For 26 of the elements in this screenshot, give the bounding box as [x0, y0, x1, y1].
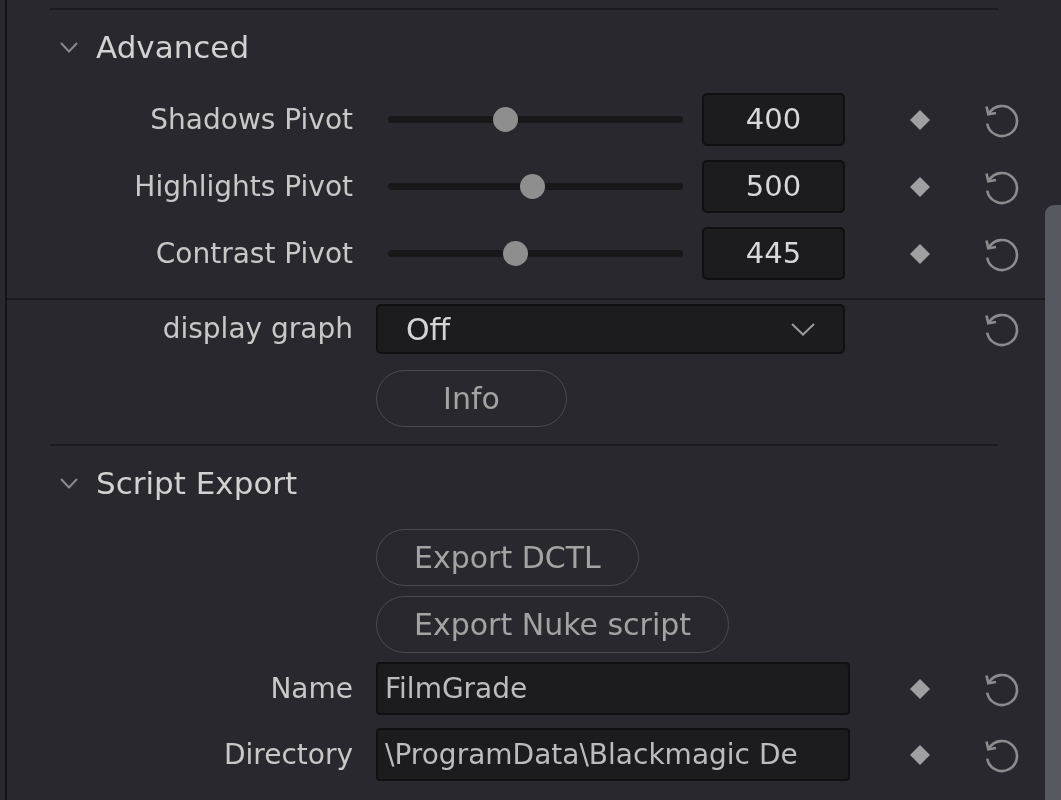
- value-field[interactable]: 445: [702, 227, 845, 280]
- diamond-icon[interactable]: [910, 109, 930, 130]
- chevron-icon[interactable]: [60, 477, 78, 489]
- slider-thumb[interactable]: [493, 107, 519, 132]
- chevron-icon[interactable]: [60, 41, 78, 53]
- field-label: display graph: [161, 311, 353, 347]
- slider-thumb[interactable]: [520, 174, 546, 199]
- section-title: Advanced: [96, 27, 250, 67]
- slider-thumb[interactable]: [502, 241, 528, 266]
- text-field[interactable]: \ProgramData\Blackmagic De: [376, 728, 850, 781]
- value-field[interactable]: 500: [702, 160, 845, 213]
- diamond-icon[interactable]: [910, 744, 930, 765]
- caret-icon: [791, 322, 815, 336]
- field-label: Directory: [222, 736, 353, 773]
- text-field[interactable]: FilmGrade: [376, 662, 850, 715]
- section-title: Script Export: [96, 463, 298, 503]
- field-label: Contrast Pivot: [154, 235, 353, 272]
- dropdown[interactable]: Off: [376, 304, 845, 354]
- value-field[interactable]: 400: [702, 93, 845, 146]
- diamond-icon[interactable]: [910, 678, 930, 699]
- diamond-icon[interactable]: [910, 243, 930, 264]
- scrollbar-thumb[interactable]: [1045, 205, 1061, 800]
- diamond-icon[interactable]: [910, 176, 930, 197]
- field-label: Name: [269, 670, 353, 707]
- field-label: Shadows Pivot: [149, 101, 353, 138]
- field-label: Highlights Pivot: [133, 168, 353, 205]
